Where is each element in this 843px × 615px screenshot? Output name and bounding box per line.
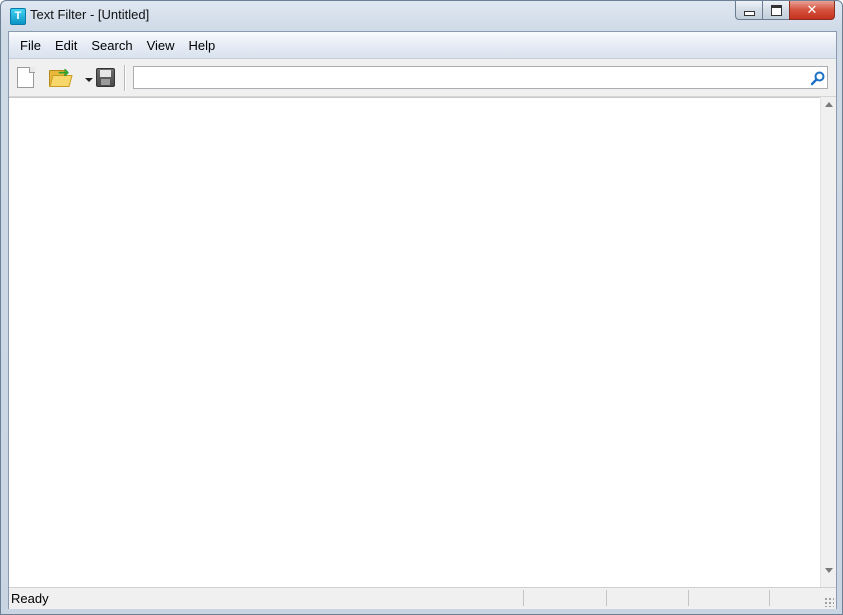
toolbar: ➜ <box>9 59 836 97</box>
menu-file[interactable]: File <box>13 38 48 53</box>
client-area: File Edit Search View Help ➜ Ready <box>8 31 837 609</box>
status-pane-divider <box>688 590 689 606</box>
toolbar-separator <box>124 65 125 91</box>
open-dropdown-arrow-icon[interactable] <box>85 78 93 82</box>
maximize-icon <box>770 4 782 16</box>
resize-grip[interactable] <box>824 597 834 607</box>
close-button[interactable]: ✕ <box>789 1 835 20</box>
scroll-down-icon[interactable] <box>825 568 833 573</box>
green-arrow-icon: ➜ <box>58 64 70 80</box>
minimize-button[interactable] <box>735 1 762 20</box>
menu-view[interactable]: View <box>140 38 182 53</box>
title-bar[interactable]: T Text Filter - [Untitled] ✕ <box>1 1 842 31</box>
text-editor-area[interactable] <box>9 97 820 588</box>
save-disk-shutter <box>101 79 110 85</box>
save-disk-icon[interactable] <box>96 68 115 87</box>
save-disk-label <box>100 70 111 77</box>
search-input[interactable] <box>133 66 828 89</box>
menu-help[interactable]: Help <box>182 38 223 53</box>
scroll-up-icon[interactable] <box>825 102 833 107</box>
window-title: Text Filter - [Untitled] <box>30 7 150 22</box>
app-window: T Text Filter - [Untitled] ✕ File Edit S… <box>0 0 843 615</box>
close-icon: ✕ <box>806 2 818 17</box>
status-bar: Ready <box>9 587 836 609</box>
vertical-scrollbar[interactable] <box>820 97 836 587</box>
status-pane-divider <box>769 590 770 606</box>
menu-search[interactable]: Search <box>84 38 139 53</box>
minimize-icon <box>743 10 755 16</box>
menu-bar: File Edit Search View Help <box>9 32 836 59</box>
open-folder-icon[interactable]: ➜ <box>49 64 73 87</box>
status-text: Ready <box>11 591 49 606</box>
filter-app-icon[interactable]: T <box>10 8 26 25</box>
status-pane-divider <box>523 590 524 606</box>
status-pane-divider <box>606 590 607 606</box>
caption-buttons: ✕ <box>735 1 835 20</box>
magnifier-icon[interactable] <box>810 70 826 86</box>
new-file-fold <box>29 67 35 73</box>
maximize-button[interactable] <box>762 1 789 20</box>
menu-edit[interactable]: Edit <box>48 38 84 53</box>
